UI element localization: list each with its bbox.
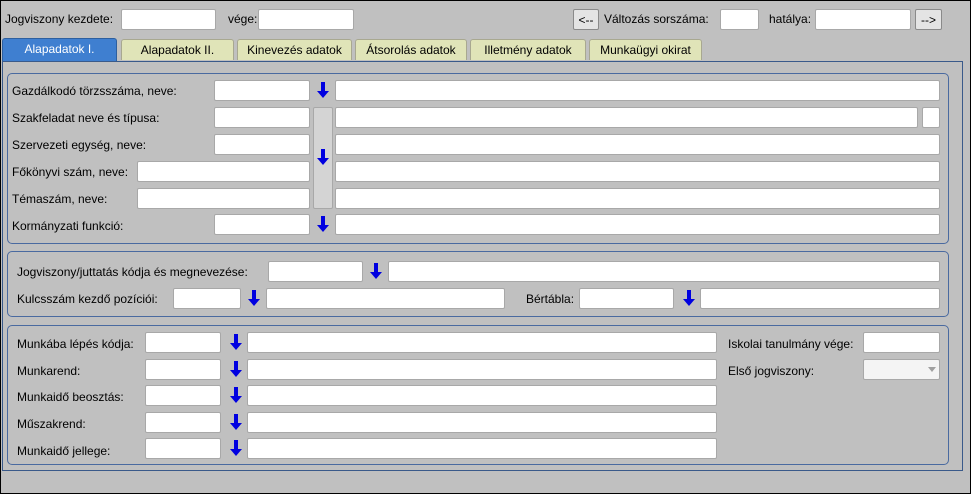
fokonyvi-szam-name-input[interactable]	[335, 161, 940, 182]
munkaido-jellege-name-input[interactable]	[247, 438, 717, 459]
szervezeti-egyseg-name-input[interactable]	[335, 134, 940, 155]
szervezeti-egyseg-label: Szervezeti egység, neve:	[12, 138, 147, 152]
munkaba-lepes-code-input[interactable]	[145, 332, 221, 353]
effective-date-label: hatálya:	[769, 12, 812, 26]
change-number-input[interactable]	[720, 9, 759, 30]
szervezeti-egyseg-code-input[interactable]	[214, 134, 310, 155]
arrow-down-icon[interactable]	[228, 439, 244, 457]
chevron-down-icon	[927, 364, 937, 375]
temaszam-name-input[interactable]	[335, 188, 940, 209]
elso-jogviszony-label: Első jogviszony:	[728, 364, 815, 378]
bertabla-code-input[interactable]	[579, 288, 674, 309]
szakfeladat-name-input[interactable]	[335, 107, 918, 128]
temaszam-code-input[interactable]	[137, 188, 310, 209]
munkarend-label: Munkarend:	[17, 364, 81, 378]
tab-alapadatok-1[interactable]: Alapadatok I.	[2, 38, 117, 62]
szakfeladat-code-input[interactable]	[214, 107, 310, 128]
munkaba-lepes-label: Munkába lépés kódja:	[17, 337, 134, 351]
jogviszony-kod-input[interactable]	[268, 261, 363, 282]
jogviszony-kod-label: Jogviszony/juttatás kódja és megnevezése…	[17, 265, 248, 279]
kulcsszam-input[interactable]	[173, 288, 241, 309]
fokonyvi-szam-label: Főkönyvi szám, neve:	[12, 165, 129, 179]
munkarend-code-input[interactable]	[145, 359, 221, 380]
tab-alapadatok-2[interactable]: Alapadatok II.	[121, 39, 234, 60]
tab-munkaugyi-okirat[interactable]: Munkaügyi okirat	[589, 39, 702, 60]
arrow-down-icon[interactable]	[681, 289, 697, 307]
prev-change-button[interactable]: <--	[573, 9, 599, 30]
arrow-down-icon	[315, 148, 331, 166]
arrow-down-icon[interactable]	[315, 215, 331, 233]
arrow-down-icon[interactable]	[228, 333, 244, 351]
fokonyvi-szam-code-input[interactable]	[137, 161, 310, 182]
iskolai-tanulmany-label: Iskolai tanulmány vége:	[728, 337, 854, 351]
arrow-down-icon[interactable]	[228, 360, 244, 378]
next-change-button[interactable]: -->	[915, 9, 942, 30]
start-date-label: Jogviszony kezdete:	[5, 12, 114, 26]
temaszam-label: Témaszám, neve:	[12, 192, 108, 206]
gazdalkodo-label: Gazdálkodó törzsszáma, neve:	[12, 84, 177, 98]
tab-kinevezes[interactable]: Kinevezés adatok	[237, 39, 352, 60]
gazdalkodo-code-input[interactable]	[214, 80, 310, 101]
munkaido-jellege-code-input[interactable]	[145, 438, 221, 459]
munkaido-jellege-label: Munkaidő jellege:	[17, 444, 111, 458]
bertabla-name-input[interactable]	[700, 288, 940, 309]
arrow-down-icon[interactable]	[228, 413, 244, 431]
munkarend-name-input[interactable]	[247, 359, 717, 380]
end-date-input[interactable]	[258, 9, 354, 30]
effective-date-input[interactable]	[815, 9, 911, 30]
iskolai-tanulmany-input[interactable]	[863, 332, 940, 353]
jogviszony-nev-input[interactable]	[388, 261, 940, 282]
arrow-down-icon[interactable]	[368, 262, 384, 280]
start-date-input[interactable]	[121, 9, 216, 30]
elso-jogviszony-select[interactable]	[863, 359, 940, 380]
change-number-label: Változás sorszáma:	[604, 12, 709, 26]
kormanyzati-funkcio-label: Kormányzati funkció:	[12, 219, 124, 233]
bertabla-label: Bértábla:	[526, 292, 575, 306]
kulcsszam-label: Kulcsszám kezdő pozíciói:	[17, 292, 158, 306]
muszakrend-name-input[interactable]	[247, 412, 717, 433]
gazdalkodo-name-input[interactable]	[335, 80, 940, 101]
muszakrend-label: Műszakrend:	[17, 417, 86, 431]
kormanyzati-funkcio-name-input[interactable]	[335, 214, 940, 235]
kormanyzati-funkcio-code-input[interactable]	[214, 214, 310, 235]
arrow-down-icon[interactable]	[315, 81, 331, 99]
arrow-down-icon[interactable]	[228, 386, 244, 404]
muszakrend-code-input[interactable]	[145, 412, 221, 433]
tab-atsorolas[interactable]: Átsorolás adatok	[355, 39, 467, 60]
munkaido-beosztas-name-input[interactable]	[247, 385, 717, 406]
tab-illetmeny[interactable]: Illetmény adatok	[470, 39, 586, 60]
szakfeladat-label: Szakfeladat neve és típusa:	[12, 111, 160, 125]
kulcsszam-name-input[interactable]	[266, 288, 505, 309]
munkaba-lepes-name-input[interactable]	[247, 332, 717, 353]
munkaido-beosztas-code-input[interactable]	[145, 385, 221, 406]
munkaido-beosztas-label: Munkaidő beosztás:	[17, 390, 124, 404]
szakfeladat-type-input[interactable]	[922, 107, 940, 128]
arrow-down-icon[interactable]	[246, 289, 262, 307]
end-date-label: vége:	[228, 12, 258, 26]
